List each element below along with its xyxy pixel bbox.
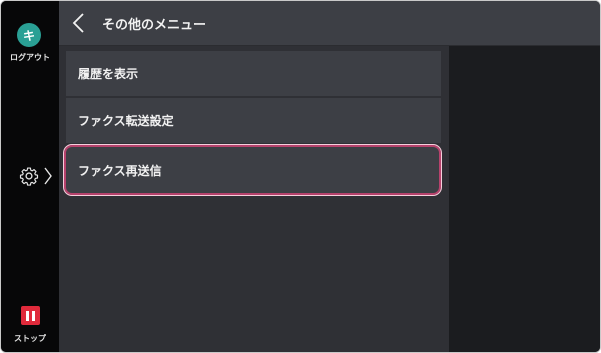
logout-button[interactable]: キ: [17, 23, 41, 47]
stop-icon-bar: [32, 310, 35, 321]
device-screen: キ ログアウト ストップ その他のメニュー 履歴を表示 ファクス転送設定 ファク…: [0, 0, 601, 353]
menu-item-history[interactable]: 履歴を表示: [66, 51, 441, 96]
settings-button[interactable]: [19, 162, 59, 190]
menu-item-label: 履歴を表示: [78, 67, 139, 81]
empty-pane: [449, 46, 600, 352]
header-bar: その他のメニュー: [59, 1, 600, 46]
stop-icon-bar: [26, 310, 29, 321]
menu-item-label: ファクス転送設定: [78, 114, 174, 128]
logout-glyph: キ: [22, 28, 35, 43]
stop-button[interactable]: [21, 306, 40, 325]
menu-item-label: ファクス再送信: [78, 163, 162, 178]
back-chevron-icon[interactable]: [71, 12, 87, 34]
menu-list: 履歴を表示 ファクス転送設定 ファクス再送信: [63, 51, 442, 197]
page-title: その他のメニュー: [102, 18, 207, 33]
left-rail: キ ログアウト ストップ: [1, 1, 59, 352]
gear-icon: [19, 167, 39, 186]
menu-item-fax-forward-settings[interactable]: ファクス転送設定: [66, 98, 441, 143]
chevron-right-icon: [44, 167, 52, 185]
stop-label: ストップ: [14, 334, 46, 343]
menu-item-fax-resend[interactable]: ファクス再送信: [63, 144, 442, 196]
logout-label: ログアウト: [10, 53, 50, 62]
